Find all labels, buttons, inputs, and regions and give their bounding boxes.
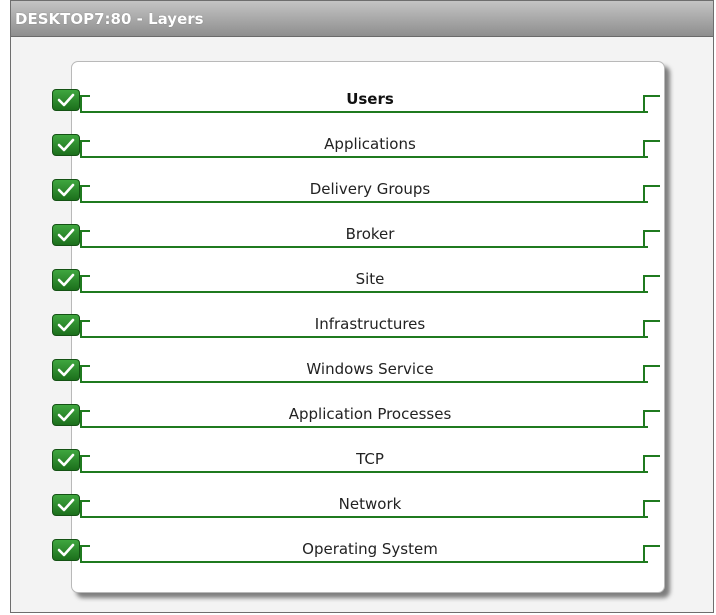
layer-bracket-left	[80, 500, 90, 516]
layer-row[interactable]: TCP	[0, 449, 716, 479]
layer-underline	[80, 246, 648, 248]
checkmark-icon[interactable]	[52, 314, 80, 336]
checkmark-icon[interactable]	[52, 179, 80, 201]
layer-row[interactable]: Windows Service	[0, 359, 716, 389]
layer-bracket-left	[80, 320, 90, 336]
layer-row[interactable]: Delivery Groups	[0, 179, 716, 209]
checkmark-icon[interactable]	[52, 89, 80, 111]
layer-label[interactable]: Operating System	[90, 540, 650, 558]
layer-bracket-left	[80, 230, 90, 246]
layer-underline	[80, 336, 648, 338]
layer-underline	[80, 426, 648, 428]
layer-label[interactable]: Users	[90, 90, 650, 108]
layer-underline	[80, 111, 648, 113]
layer-row[interactable]: Broker	[0, 224, 716, 254]
layer-underline	[80, 381, 648, 383]
layer-bracket-left	[80, 95, 90, 111]
checkmark-icon[interactable]	[52, 449, 80, 471]
layer-underline	[80, 156, 648, 158]
layer-bracket-left	[80, 185, 90, 201]
layer-row[interactable]: Users	[0, 89, 716, 119]
layer-label[interactable]: Application Processes	[90, 405, 650, 423]
layer-bracket-left	[80, 410, 90, 426]
checkmark-icon[interactable]	[52, 404, 80, 426]
checkmark-icon[interactable]	[52, 539, 80, 561]
layer-label[interactable]: Site	[90, 270, 650, 288]
layer-bracket-left	[80, 455, 90, 471]
checkmark-icon[interactable]	[52, 494, 80, 516]
layer-row[interactable]: Network	[0, 494, 716, 524]
checkmark-icon[interactable]	[52, 224, 80, 246]
layer-underline	[80, 471, 648, 473]
window-title: DESKTOP7:80 - Layers	[15, 10, 204, 28]
layer-label[interactable]: TCP	[90, 450, 650, 468]
layer-underline	[80, 291, 648, 293]
layer-bracket-left	[80, 545, 90, 561]
checkmark-icon[interactable]	[52, 269, 80, 291]
layer-row[interactable]: Infrastructures	[0, 314, 716, 344]
layer-underline	[80, 201, 648, 203]
layer-label[interactable]: Applications	[90, 135, 650, 153]
layer-bracket-left	[80, 275, 90, 291]
layer-label[interactable]: Network	[90, 495, 650, 513]
layer-row[interactable]: Operating System	[0, 539, 716, 569]
layer-row[interactable]: Applications	[0, 134, 716, 164]
checkmark-icon[interactable]	[52, 134, 80, 156]
layer-label[interactable]: Broker	[90, 225, 650, 243]
layer-label[interactable]: Windows Service	[90, 360, 650, 378]
layer-row[interactable]: Application Processes	[0, 404, 716, 434]
layer-bracket-left	[80, 365, 90, 381]
layer-label[interactable]: Infrastructures	[90, 315, 650, 333]
checkmark-icon[interactable]	[52, 359, 80, 381]
title-bar: DESKTOP7:80 - Layers	[11, 1, 713, 37]
layer-bracket-left	[80, 140, 90, 156]
layer-underline	[80, 516, 648, 518]
layer-label[interactable]: Delivery Groups	[90, 180, 650, 198]
layer-row[interactable]: Site	[0, 269, 716, 299]
layer-underline	[80, 561, 648, 563]
